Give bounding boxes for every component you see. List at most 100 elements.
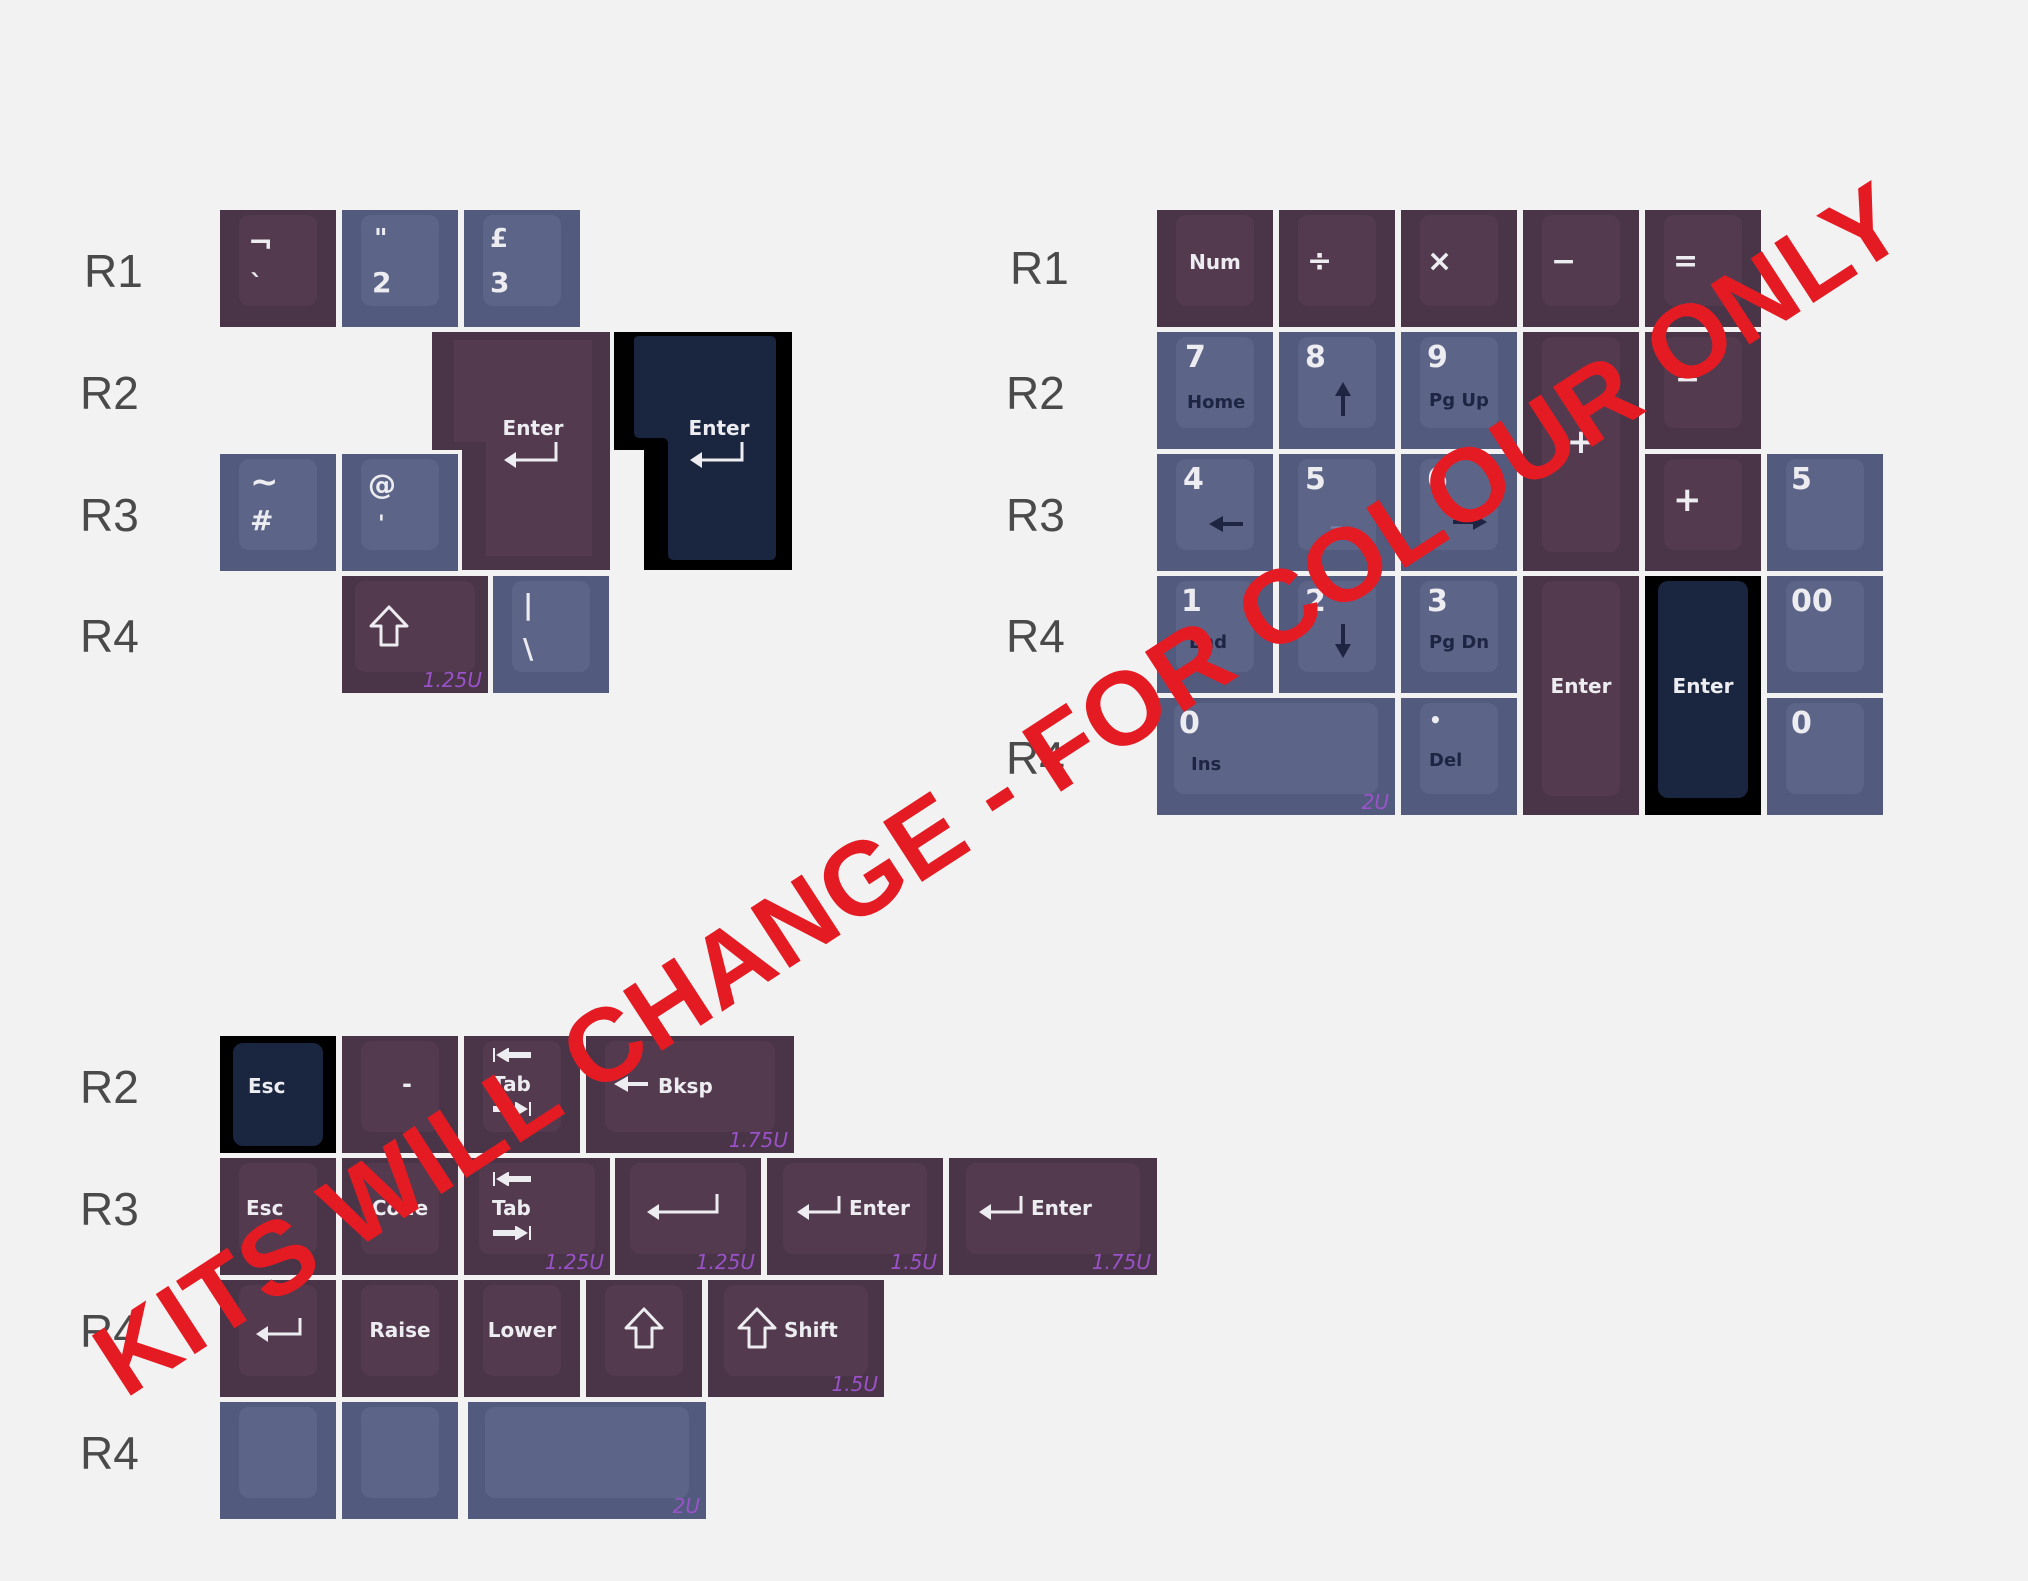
keycap-legend: | (523, 588, 534, 621)
keycap-enter-tall-plum: Enter (1523, 576, 1639, 815)
keycap-at-apostrophe: @ ' (342, 454, 458, 571)
enter-arrow-icon (256, 1318, 302, 1342)
keycap-legend: − (1551, 244, 1577, 279)
keycap-legend: " (374, 224, 388, 254)
keycap-multiply: × (1401, 210, 1517, 327)
shift-arrow-icon (737, 1307, 777, 1349)
size-label: 2U (1361, 790, 1389, 814)
keycap-5-extra: 5 (1767, 454, 1883, 571)
keycap-legend: + (1566, 422, 1596, 462)
keycap-legend: ' (378, 512, 385, 537)
tab-left-arrow-icon (493, 1172, 531, 1186)
keycap-legend: Enter (502, 416, 564, 440)
keycap-blank (220, 1402, 336, 1519)
keycap-0-ins-2u: 0 Ins 2U (1157, 698, 1395, 815)
keycap-legend: 9 (1427, 340, 1448, 375)
size-label: 2U (672, 1494, 700, 1518)
tab-arrows-icon (493, 1226, 531, 1240)
keycap-legend: Pg Dn (1429, 632, 1490, 653)
keycap-esc-plum: Esc (220, 1158, 336, 1275)
keycap-dash: - (342, 1036, 458, 1153)
size-label: 1.5U (890, 1250, 937, 1274)
keycap-legend: 2 (372, 266, 392, 299)
size-label: 1.25U (422, 668, 482, 692)
keycap-legend: Lower (487, 1318, 557, 1342)
keycap-legend: £ (490, 224, 509, 254)
row-label: R4 (80, 1305, 139, 1357)
keycap-divide: ÷ (1279, 210, 1395, 327)
keycap-legend: 8 (1305, 340, 1326, 375)
arrow-down-icon (1335, 624, 1351, 658)
keycap-legend: ÷ (1307, 244, 1333, 279)
keycap-enter-icon-1u (220, 1280, 336, 1397)
row-label: R1 (84, 245, 143, 297)
keycap-2-down: 2 (1279, 576, 1395, 693)
keycap-3-pgdn: 3 Pg Dn (1401, 576, 1517, 693)
row-label: R4 (1006, 732, 1065, 784)
keycap-7-home: 7 Home (1157, 332, 1273, 449)
enter-arrow-icon (647, 1194, 719, 1220)
keycap-legend: 00 (1791, 584, 1833, 619)
size-label: 1.75U (728, 1128, 788, 1152)
keycap-legend: 5 (1305, 462, 1326, 497)
keycap-kit-layout: R1 R2 R3 R4 R1 R2 R3 R4 R4 R2 R3 R4 R4 ¬… (0, 0, 2028, 1581)
keycap-blank (342, 1402, 458, 1519)
shift-arrow-icon (369, 605, 409, 647)
keycap-legend: Shift (784, 1318, 838, 1342)
keycap-legend: × (1427, 244, 1453, 279)
keycap-legend: 3 (490, 266, 510, 299)
arrow-left-icon (1209, 516, 1243, 532)
keycap-raise: Raise (342, 1280, 458, 1397)
keycap-6-right: 6 (1401, 454, 1517, 571)
keycap-num: Num (1157, 210, 1273, 327)
keycap-bksp-175: Bksp 1.75U (586, 1036, 794, 1153)
row-label: R3 (80, 489, 139, 541)
keycap-legend: Del (1429, 750, 1463, 771)
keycap-legend: Esc (248, 1074, 286, 1098)
keycap-legend: 3 (1427, 584, 1448, 619)
keycap-legend: 7 (1185, 340, 1206, 375)
keycap-legend: _ (1331, 504, 1342, 529)
keycap-plus-r3: + (1645, 454, 1761, 571)
keycap-legend: Home (1187, 392, 1246, 413)
keycap-enter-tall-navy: Enter (1645, 576, 1761, 815)
keycap-enter-175: Enter 1.75U (949, 1158, 1157, 1275)
keycap-legend: ` (250, 270, 263, 300)
keycap-tilde-hash: ~ # (220, 454, 336, 571)
keycap-esc-navy: Esc (220, 1036, 336, 1153)
size-label: 1.5U (831, 1372, 878, 1396)
arrow-up-icon (1335, 382, 1351, 416)
keycap-legend: Bksp (658, 1074, 713, 1098)
keycap-legend: - (402, 1070, 412, 1098)
keycap-legend: = (1673, 244, 1699, 279)
keycap-shift-125: 1.25U (342, 576, 488, 693)
row-label: R2 (80, 367, 139, 419)
keycap-minus: − (1523, 210, 1639, 327)
keycap-shift-15: Shift 1.5U (708, 1280, 884, 1397)
enter-arrow-icon (690, 442, 744, 468)
keycap-lower: Lower (464, 1280, 580, 1397)
arrow-right-icon (1453, 514, 1487, 530)
keycap-legend: ¬ (248, 226, 274, 261)
keycap-0-extra: 0 (1767, 698, 1883, 815)
keycap-legend: Enter (1550, 674, 1612, 698)
keycap-00: 00 (1767, 576, 1883, 693)
keycap-tab-1u: Tab (464, 1036, 580, 1153)
keycap-legend: Code (371, 1196, 429, 1220)
keycap-9-pgup: 9 Pg Up (1401, 332, 1517, 449)
size-label: 1.75U (1091, 1250, 1151, 1274)
keycap-shift-icon-1u (586, 1280, 702, 1397)
keycap-8-up: 8 (1279, 332, 1395, 449)
keycap-legend: Enter (688, 416, 750, 440)
keycap-legend: Tab (492, 1196, 531, 1220)
keycap-legend: Pg Up (1429, 390, 1489, 411)
keycap-pipe-backslash: | \ (493, 576, 609, 693)
keycap-legend: 1 (1181, 584, 1202, 619)
keycap-legend: @ (368, 468, 396, 501)
keycap-del: • Del (1401, 698, 1517, 815)
keycap-legend: ~ (250, 462, 279, 502)
keycap-legend: − (1675, 362, 1701, 397)
keycap-plus-tall: + (1523, 332, 1639, 571)
keycap-3: £ 3 (464, 210, 580, 327)
row-label: R4 (80, 1427, 139, 1479)
